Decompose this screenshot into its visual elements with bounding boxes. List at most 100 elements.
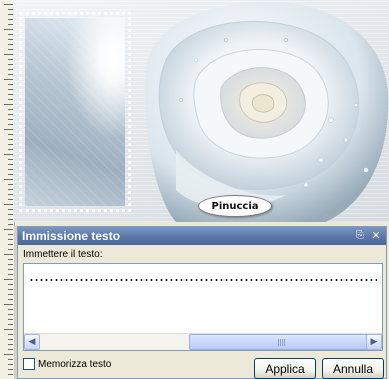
ruler-tick — [8, 99, 13, 100]
ruler-tick — [8, 199, 13, 200]
ruler-tick — [8, 9, 13, 10]
ruler-tick — [8, 44, 13, 45]
ruler-tick — [8, 289, 13, 290]
ruler-tick — [8, 244, 13, 245]
ruler-tick — [4, 29, 13, 30]
ruler-tick — [4, 104, 13, 105]
ruler-tick — [8, 214, 13, 215]
ruler-tick — [8, 334, 13, 335]
ruler-tick — [8, 174, 13, 175]
ruler-tick — [4, 229, 13, 230]
ruler-tick — [8, 39, 13, 40]
ruler-tick — [8, 114, 13, 115]
ruler-tick — [8, 274, 13, 275]
ruler-tick — [8, 344, 13, 345]
ruler-tick — [8, 319, 13, 320]
ruler-tick — [8, 24, 13, 25]
ruler-tick — [8, 349, 13, 350]
ruler-tick — [4, 304, 13, 305]
ruler-tick — [8, 134, 13, 135]
ruler-tick — [8, 249, 13, 250]
ruler-tick — [8, 69, 13, 70]
ruler-tick — [8, 264, 13, 265]
ruler-tick — [8, 19, 13, 20]
name-badge: Pinuccia — [198, 195, 272, 217]
ruler-tick — [8, 189, 13, 190]
ruler-tick — [8, 339, 13, 340]
ruler-tick — [8, 224, 13, 225]
ruler-tick — [4, 129, 13, 130]
badge-text: Pinuccia — [211, 200, 259, 212]
ruler-tick — [4, 154, 13, 155]
ruler-tick — [8, 169, 13, 170]
ruler-tick — [8, 219, 13, 220]
ruler-tick — [8, 284, 13, 285]
vertical-ruler — [0, 0, 15, 379]
image-canvas[interactable]: Pinuccia — [14, 0, 389, 222]
remember-text-label: Memorizza testo — [38, 358, 112, 370]
ruler-tick — [8, 124, 13, 125]
ruler-tick — [8, 294, 13, 295]
ruler-tick — [8, 184, 13, 185]
ruler-tick — [8, 359, 13, 360]
apply-button[interactable]: Applica — [254, 358, 316, 379]
ruler-tick — [8, 74, 13, 75]
ruler-tick — [8, 209, 13, 210]
ruler-tick — [8, 139, 13, 140]
ruler-tick — [4, 79, 13, 80]
panel-title: Immissione testo — [22, 229, 121, 243]
photo-frame — [19, 12, 131, 212]
ruler-tick — [4, 329, 13, 330]
ruler-tick — [8, 194, 13, 195]
ruler-tick — [4, 354, 13, 355]
ruler-tick — [8, 149, 13, 150]
ruler-tick — [8, 234, 13, 235]
ruler-tick — [8, 34, 13, 35]
ruler-tick — [8, 59, 13, 60]
frame-gradient — [25, 18, 125, 206]
ruler-tick — [8, 299, 13, 300]
ruler-tick — [4, 54, 13, 55]
app-window: Pinuccia Immissione testo ⎘ ✕ Immettere … — [0, 0, 389, 379]
ruler-tick — [8, 94, 13, 95]
text-input-area[interactable]: ◀ ▶ — [23, 263, 383, 351]
ruler-tick — [8, 269, 13, 270]
ruler-tick — [8, 314, 13, 315]
ruler-tick — [8, 324, 13, 325]
ruler-tick — [8, 364, 13, 365]
ruler-tick — [4, 254, 13, 255]
scroll-thumb[interactable] — [189, 334, 374, 350]
ruler-tick — [8, 259, 13, 260]
ruler-tick — [8, 159, 13, 160]
remember-text-option[interactable]: Memorizza testo — [23, 357, 111, 371]
text-entry-panel: Immissione testo ⎘ ✕ Immettere il testo:… — [17, 226, 387, 379]
white-rose-image — [145, 1, 389, 222]
ruler-tick — [8, 374, 13, 375]
pin-icon[interactable]: ⎘ — [354, 229, 366, 243]
remember-text-checkbox[interactable] — [23, 358, 35, 370]
scroll-right-arrow-icon[interactable]: ▶ — [366, 334, 382, 350]
horizontal-scrollbar[interactable]: ◀ ▶ — [24, 333, 382, 350]
ruler-tick — [8, 109, 13, 110]
ruler-tick — [4, 279, 13, 280]
ruler-tick — [8, 239, 13, 240]
ruler-tick — [8, 84, 13, 85]
ruler-tick — [8, 119, 13, 120]
text-cursor-line — [29, 279, 377, 281]
ruler-tick — [8, 309, 13, 310]
ruler-tick — [4, 179, 13, 180]
scroll-left-arrow-icon[interactable]: ◀ — [24, 334, 40, 350]
ruler-tick — [8, 369, 13, 370]
ruler-tick — [8, 64, 13, 65]
ruler-tick — [4, 4, 13, 5]
panel-titlebar[interactable]: Immissione testo ⎘ ✕ — [18, 227, 386, 245]
ruler-tick — [8, 144, 13, 145]
close-icon[interactable]: ✕ — [370, 229, 382, 243]
ruler-tick — [8, 89, 13, 90]
scroll-grip-icon — [278, 339, 286, 346]
ruler-tick — [4, 204, 13, 205]
cancel-button[interactable]: Annulla — [322, 358, 384, 379]
ruler-tick — [8, 49, 13, 50]
text-prompt-label: Immettere il testo: — [23, 249, 103, 260]
ruler-tick — [8, 164, 13, 165]
